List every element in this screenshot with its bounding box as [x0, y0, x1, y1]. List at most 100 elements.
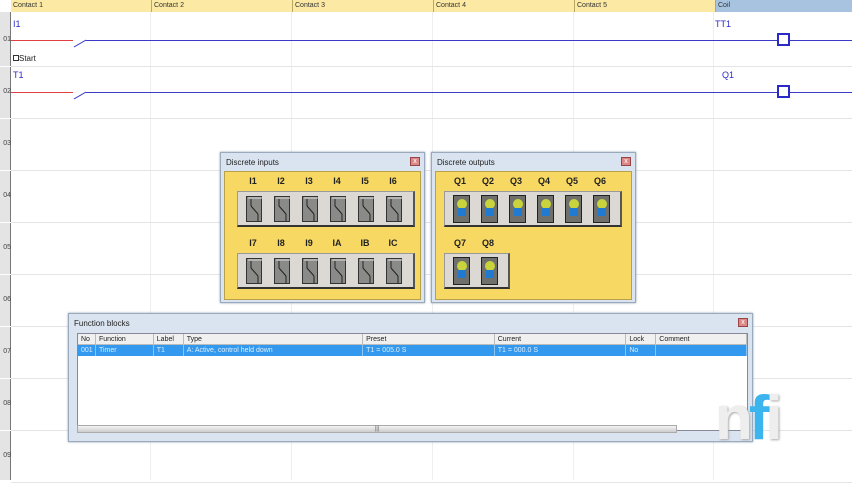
input-switch-i4[interactable]	[330, 196, 346, 222]
row-separator	[0, 118, 11, 119]
function-blocks-table: No Function Label Type Preset Current Lock Comm…	[77, 333, 748, 431]
input-switch-tray	[237, 191, 415, 227]
table-header-row: No Function Label Type Preset Current Lock Comm…	[78, 334, 747, 345]
row-divider	[11, 118, 852, 119]
input-label-ic: IC	[388, 238, 398, 248]
column-header-comment[interactable]: Comment	[656, 334, 747, 345]
output-lamp-q6	[593, 195, 610, 223]
contact-symbol-i1[interactable]	[73, 39, 87, 48]
column-header-current[interactable]: Current	[494, 334, 627, 345]
cell-preset[interactable]: T1 = 005.0 S	[363, 345, 495, 356]
column-header: Contact 1 Contact 2 Contact 3 Contact 4 …	[11, 0, 852, 12]
input-switch-ib[interactable]	[358, 258, 374, 284]
input-switch-i1[interactable]	[246, 196, 262, 222]
power-rail-segment	[11, 92, 73, 93]
output-lamp-tray	[444, 253, 510, 289]
output-label-q2: Q2	[481, 176, 494, 186]
cell-lock[interactable]: No	[626, 345, 657, 356]
output-lamp-q3	[509, 195, 526, 223]
cell-no[interactable]: 001	[78, 345, 96, 356]
row-divider	[11, 66, 852, 67]
input-switch-i6[interactable]	[386, 196, 402, 222]
lamp-base-icon	[486, 208, 494, 216]
table-row[interactable]: 001 Timer T1 A: Active, control held down T1…	[78, 345, 747, 356]
close-icon[interactable]: x	[621, 157, 631, 166]
row-number: 06	[3, 296, 11, 303]
lamp-base-icon	[458, 270, 466, 278]
row-number: 08	[3, 400, 11, 407]
input-label-i7: I7	[249, 238, 257, 248]
cell-label[interactable]: T1	[153, 345, 184, 356]
output-label-q7: Q7	[453, 238, 466, 248]
rung-1-comment: Start	[13, 54, 36, 63]
row-separator	[0, 430, 11, 431]
lamp-base-icon	[458, 208, 466, 216]
cell-function[interactable]: Timer	[95, 345, 154, 356]
rung-1-coil-label[interactable]: TT1	[715, 19, 731, 29]
column-header-preset[interactable]: Preset	[363, 334, 495, 345]
lamp-base-icon	[514, 208, 522, 216]
nfi-logo: nfi	[715, 384, 783, 453]
close-icon[interactable]: x	[738, 318, 748, 327]
row-number: 04	[3, 192, 11, 199]
row-numbers: 01 02 03 04 05 06 07 08 09	[0, 12, 11, 483]
cell-type[interactable]: A: Active, control held down	[183, 345, 364, 356]
input-switch-ia[interactable]	[330, 258, 346, 284]
input-switch-i7[interactable]	[246, 258, 262, 284]
row-number: 05	[3, 244, 11, 251]
input-switch-i8[interactable]	[274, 258, 290, 284]
column-header-function[interactable]: Function	[95, 334, 154, 345]
row-number: 03	[3, 140, 11, 147]
output-lamp-tray	[444, 191, 622, 227]
output-label-q1: Q1	[453, 176, 466, 186]
input-label-i3: I3	[305, 176, 313, 186]
contact-symbol-t1[interactable]	[73, 91, 87, 100]
column-header-type[interactable]: Type	[183, 334, 364, 345]
input-switch-i3[interactable]	[302, 196, 318, 222]
row-separator	[0, 170, 11, 171]
coil-symbol-q1[interactable]	[777, 85, 790, 98]
rung-2-wire	[86, 92, 852, 93]
cell-comment[interactable]	[656, 345, 747, 356]
row-number: 02	[3, 88, 11, 95]
horizontal-scrollbar[interactable]: |||	[77, 425, 677, 433]
scrollbar-thumb[interactable]: |||	[78, 426, 676, 432]
input-switch-i9[interactable]	[302, 258, 318, 284]
cell-current[interactable]: T1 = 000.0 S	[494, 345, 627, 356]
input-label-i6: I6	[389, 176, 397, 186]
rung-1-contact-label[interactable]: I1	[13, 19, 21, 29]
column-header-no[interactable]: No	[78, 334, 96, 345]
output-lamp-q2	[481, 195, 498, 223]
input-label-i8: I8	[277, 238, 285, 248]
window-title: Discrete outputs	[437, 158, 495, 167]
inputs-panel: I1 I2 I3 I4 I5 I6 I7 I8 I9 IA IB IC	[224, 171, 421, 300]
input-label-i5: I5	[361, 176, 369, 186]
output-lamp-q7	[453, 257, 470, 285]
column-header-label[interactable]: Label	[153, 334, 184, 345]
input-label-ia: IA	[332, 238, 342, 248]
output-label-q8: Q8	[481, 238, 494, 248]
output-label-q4: Q4	[537, 176, 550, 186]
input-switch-i5[interactable]	[358, 196, 374, 222]
row-number: 07	[3, 348, 11, 355]
coil-symbol-tt1[interactable]	[777, 33, 790, 46]
window-title: Function blocks	[74, 319, 130, 328]
power-rail-segment	[11, 40, 73, 41]
input-switch-ic[interactable]	[386, 258, 402, 284]
lamp-base-icon	[598, 208, 606, 216]
input-label-ib: IB	[360, 238, 370, 248]
output-label-q3: Q3	[509, 176, 522, 186]
input-switch-i2[interactable]	[274, 196, 290, 222]
row-separator	[0, 66, 11, 67]
col-contact-1: Contact 1	[11, 0, 152, 12]
column-header-lock[interactable]: Lock	[626, 334, 657, 345]
input-switch-tray	[237, 253, 415, 289]
output-label-q6: Q6	[593, 176, 606, 186]
rung-2-coil-label[interactable]: Q1	[722, 70, 734, 80]
close-icon[interactable]: x	[410, 157, 420, 166]
rung-2-contact-label[interactable]: T1	[13, 70, 24, 80]
col-contact-2: Contact 2	[152, 0, 293, 12]
output-lamp-q8	[481, 257, 498, 285]
input-label-i2: I2	[277, 176, 285, 186]
input-label-i4: I4	[333, 176, 341, 186]
